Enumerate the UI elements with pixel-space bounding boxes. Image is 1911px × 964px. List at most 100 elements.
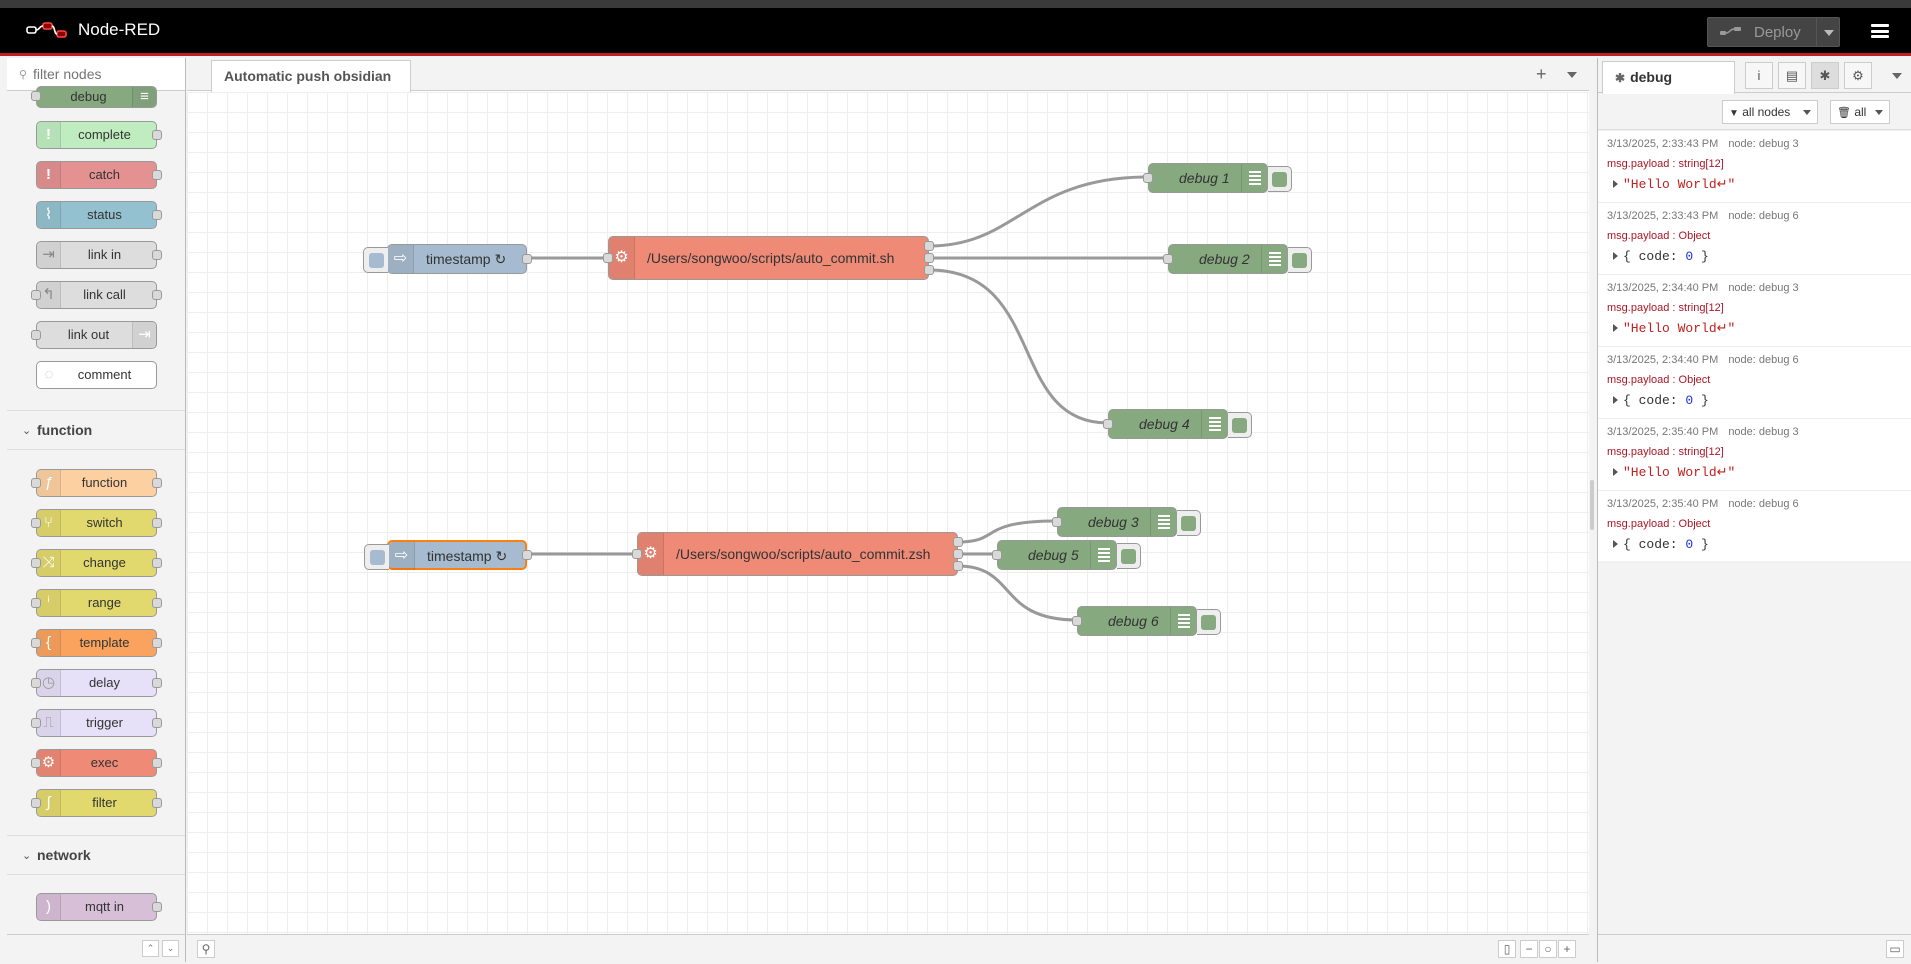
book-icon[interactable]: ▤ <box>1778 62 1806 89</box>
message-node-link[interactable]: node: debug 6 <box>1728 498 1798 510</box>
palette-node-delay[interactable]: delay ◷ <box>31 669 162 697</box>
input-port[interactable] <box>992 550 1002 560</box>
message-timestamp: 3/13/2025, 2:33:43 PM <box>1607 138 1719 150</box>
output-port-stdout[interactable] <box>924 241 934 251</box>
deploy-dropdown-icon[interactable] <box>1824 30 1834 36</box>
deploy-button[interactable]: Deploy <box>1707 17 1840 47</box>
output-port-code[interactable] <box>953 561 963 571</box>
debug-toggle[interactable] <box>1177 510 1201 536</box>
message-value[interactable]: "Hello World↵" <box>1613 321 1735 336</box>
gear-icon[interactable]: ⚙ <box>1844 62 1872 89</box>
palette-node-trigger[interactable]: trigger ⎍ <box>31 709 162 737</box>
message-node-link[interactable]: node: debug 3 <box>1728 138 1798 150</box>
debug-node-2[interactable]: debug 2 <box>1163 244 1312 274</box>
expand-triangle-icon[interactable] <box>1613 540 1618 548</box>
main-menu-button[interactable] <box>1871 24 1889 38</box>
search-icon[interactable]: ⚲ <box>197 940 215 958</box>
debug-toggle[interactable] <box>1197 609 1221 635</box>
palette-node-status[interactable]: status ⌇ <box>36 201 162 229</box>
debug-node-1[interactable]: debug 1 <box>1143 163 1292 193</box>
output-port-stderr[interactable] <box>953 549 963 559</box>
input-port[interactable] <box>1143 173 1153 183</box>
message-value[interactable]: { code: 0 } <box>1613 393 1709 408</box>
input-port[interactable] <box>1072 616 1082 626</box>
tab-list-dropdown-icon[interactable] <box>1567 72 1577 78</box>
debug-node-4[interactable]: debug 4 <box>1103 409 1252 439</box>
palette-node-change[interactable]: change ⤨ <box>31 549 162 577</box>
add-flow-icon[interactable]: + <box>1536 64 1547 85</box>
input-port[interactable] <box>1163 254 1173 264</box>
expand-triangle-icon[interactable] <box>1613 396 1618 404</box>
info-icon[interactable]: i <box>1745 62 1773 89</box>
expand-all-icon[interactable]: ⌄ <box>162 940 179 957</box>
message-node-link[interactable]: node: debug 3 <box>1728 282 1798 294</box>
debug-toggle[interactable] <box>1288 247 1312 273</box>
debug-node-5[interactable]: debug 5 <box>992 540 1141 570</box>
debug-toggle[interactable] <box>1268 166 1292 192</box>
message-node-link[interactable]: node: debug 3 <box>1728 426 1798 438</box>
inject-button[interactable] <box>364 544 389 570</box>
input-port[interactable] <box>632 549 642 559</box>
input-port[interactable] <box>603 253 613 263</box>
inject-button[interactable] <box>363 247 388 273</box>
debug-toggle[interactable] <box>1117 543 1141 569</box>
palette-node-template[interactable]: template { <box>31 629 162 657</box>
expand-triangle-icon[interactable] <box>1613 324 1618 332</box>
palette-node-range[interactable]: range ⁱ <box>31 589 162 617</box>
message-value[interactable]: "Hello World↵" <box>1613 177 1735 192</box>
message-value[interactable]: { code: 0 } <box>1613 249 1709 264</box>
debug-node-3[interactable]: debug 3 <box>1052 507 1201 537</box>
debug-toggle[interactable] <box>1228 412 1252 438</box>
palette-node-catch[interactable]: catch ! <box>36 161 162 189</box>
palette-node-complete[interactable]: complete ! <box>36 121 162 149</box>
palette-node-switch[interactable]: switch ⑂ <box>31 509 162 537</box>
palette-node-link-call[interactable]: link call ↰ <box>31 281 162 309</box>
zoom-reset-icon[interactable]: ○ <box>1539 940 1557 958</box>
palette-node-function[interactable]: function ƒ <box>31 469 162 497</box>
palette-node-link-out[interactable]: link out ⇥ <box>31 321 157 349</box>
popout-window-icon[interactable]: ▭ <box>1886 940 1904 958</box>
debug-node-6[interactable]: debug 6 <box>1072 606 1221 636</box>
inject-node-timestamp-1[interactable]: ⇨ timestamp ↻ <box>363 244 532 274</box>
sidebar-tabs-dropdown-icon[interactable] <box>1892 73 1902 79</box>
input-port[interactable] <box>1052 517 1062 527</box>
palette-node-debug[interactable]: debug ≡ <box>31 86 157 108</box>
tab-flow[interactable]: Automatic push obsidian <box>211 60 411 92</box>
output-port-stdout[interactable] <box>953 537 963 547</box>
clear-messages-dropdown[interactable]: 🗑 all <box>1830 100 1890 124</box>
expand-triangle-icon[interactable] <box>1613 468 1618 476</box>
output-port-code[interactable] <box>924 265 934 275</box>
filter-nodes-dropdown[interactable]: ▼ all nodes <box>1722 100 1818 124</box>
collapse-all-icon[interactable]: ⌃ <box>142 940 159 957</box>
palette-node-filter[interactable]: filter ∫ <box>31 789 162 817</box>
output-port-stderr[interactable] <box>924 253 934 263</box>
sidebar-resize-handle[interactable] <box>1590 480 1594 530</box>
output-port[interactable] <box>522 550 532 560</box>
exec-node-auto-commit-sh[interactable]: ⚙ /Users/songwoo/scripts/auto_commit.sh <box>603 236 934 280</box>
palette-node-mqtt-in[interactable]: mqtt in ) <box>36 893 162 921</box>
palette-category-function[interactable]: ⌄ function <box>7 410 185 450</box>
palette-node-exec[interactable]: exec ⚙ <box>31 749 162 777</box>
bug-icon[interactable]: ✱ <box>1811 62 1839 89</box>
zoom-out-icon[interactable]: − <box>1520 940 1538 958</box>
message-node-link[interactable]: node: debug 6 <box>1728 210 1798 222</box>
navigator-map-icon[interactable]: ▯ <box>1498 940 1516 958</box>
message-node-link[interactable]: node: debug 6 <box>1728 354 1798 366</box>
palette-node-comment[interactable]: comment ◌ <box>36 361 157 389</box>
inject-node-timestamp-2[interactable]: ⇨ timestamp ↻ <box>364 540 532 570</box>
palette-footer: ⌃ ⌄ <box>7 934 185 962</box>
message-value[interactable]: { code: 0 } <box>1613 537 1709 552</box>
expand-triangle-icon[interactable] <box>1613 180 1618 188</box>
tab-debug[interactable]: ✱ debug <box>1602 61 1735 94</box>
input-port <box>31 478 41 488</box>
input-port[interactable] <box>1103 419 1113 429</box>
output-port[interactable] <box>522 254 532 264</box>
exec-node-auto-commit-zsh[interactable]: ⚙ /Users/songwoo/scripts/auto_commit.zsh <box>632 532 963 576</box>
expand-triangle-icon[interactable] <box>1613 252 1618 260</box>
palette-node-link-in[interactable]: link in ⇥ <box>36 241 162 269</box>
message-value[interactable]: "Hello World↵" <box>1613 465 1735 480</box>
flow-canvas[interactable]: ⇨ timestamp ↻ ⚙ /Users/songwoo/scripts/a… <box>187 92 1589 934</box>
palette-category-network[interactable]: ⌄ network <box>7 835 185 875</box>
palette-search-input[interactable] <box>33 64 173 84</box>
zoom-in-icon[interactable]: + <box>1558 940 1576 958</box>
